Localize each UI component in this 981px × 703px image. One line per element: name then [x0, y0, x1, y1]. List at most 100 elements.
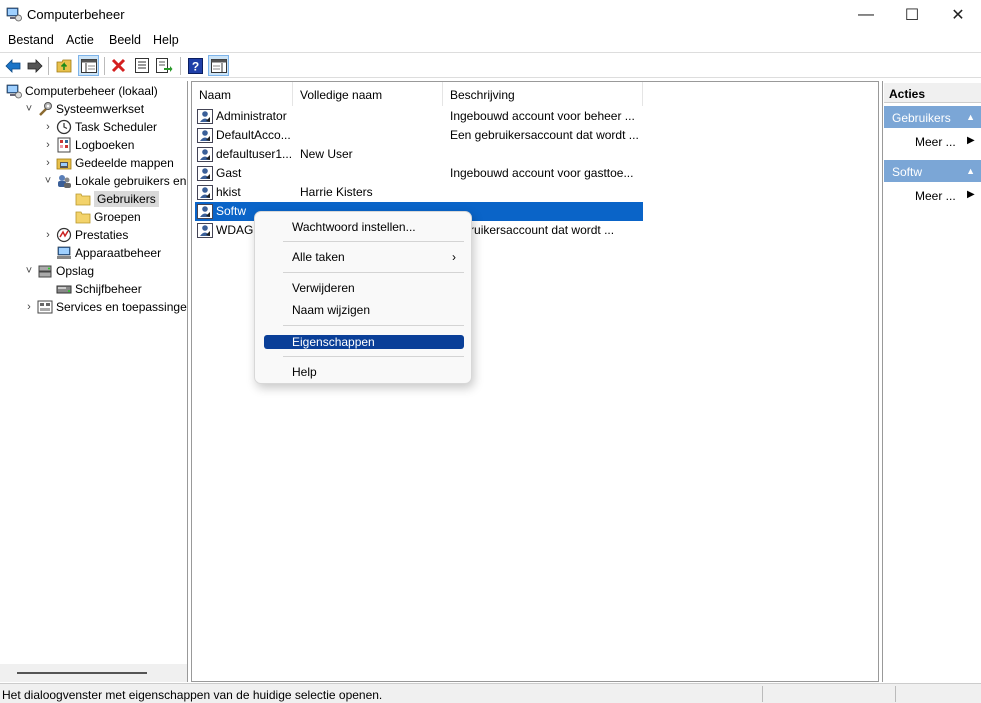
tree-item-label: Systeemwerkset — [56, 102, 145, 116]
table-row[interactable]: DefaultAcco... Een gebruikersaccount dat … — [195, 126, 643, 145]
tree-item[interactable]: Groepen — [61, 208, 141, 226]
minimize-icon: — — [858, 6, 874, 23]
menu-item-alle-taken[interactable]: Alle taken › — [264, 250, 464, 265]
cell-description: gebruikersaccount dat wordt ... — [450, 223, 615, 237]
console-tree[interactable]: Computerbeheer (lokaal) ˅ Systeemwerkset › T… — [0, 81, 188, 682]
system-tools-icon — [37, 101, 53, 117]
delete-button[interactable] — [108, 55, 129, 76]
tree-item-label: Gedeelde mappen — [75, 156, 174, 170]
tree-item-label: Lokale gebruikers en groepen — [75, 174, 187, 188]
menu-item-verwijderen[interactable]: Verwijderen — [264, 281, 464, 296]
menu-item-label: Alle taken — [292, 250, 345, 264]
tree-item[interactable]: ˅ Opslag — [23, 262, 94, 280]
help-button[interactable]: ? — [185, 55, 206, 76]
menu-item-naam-wijzigen[interactable]: Naam wijzigen — [264, 303, 464, 318]
delete-icon — [111, 58, 126, 73]
export-list-icon — [156, 58, 173, 73]
show-hide-action-pane-icon — [210, 58, 227, 73]
tree-item[interactable]: Apparaatbeheer — [42, 244, 161, 262]
menu-beeld[interactable]: Beeld — [109, 33, 141, 47]
table-row[interactable]: Administrator Ingebouwd account voor behe… — [195, 107, 643, 126]
context-menu: Wachtwoord instellen... Alle taken › Verw… — [254, 211, 472, 384]
tree-item[interactable]: Computerbeheer (lokaal) — [4, 82, 158, 100]
forward-arrow-icon — [27, 58, 43, 73]
toolbar-separator — [48, 57, 49, 75]
disk-icon — [56, 281, 72, 297]
scrollbar-thumb[interactable] — [17, 672, 147, 674]
more-label: Meer ... — [915, 189, 956, 203]
expander-chevron-icon[interactable]: › — [42, 154, 54, 172]
column-header-beschrijving[interactable]: Beschrijving — [443, 82, 643, 106]
user-icon — [197, 128, 213, 143]
maximize-button[interactable]: ☐ — [889, 0, 935, 30]
tree-item-label: Task Scheduler — [75, 120, 158, 134]
menu-item-label: Naam wijzigen — [292, 303, 371, 317]
expander-chevron-icon[interactable]: › — [23, 298, 35, 316]
expander-chevron-icon[interactable]: › — [42, 226, 54, 244]
menu-item-label: Eigenschappen — [292, 335, 375, 349]
expander-chevron-icon[interactable]: ˅ — [23, 100, 35, 118]
tree-item[interactable]: › Services en toepassingen — [23, 298, 187, 316]
tree-item-label: Groepen — [94, 210, 141, 224]
tree-item[interactable]: › Prestaties — [42, 226, 128, 244]
up-one-level-button[interactable] — [54, 55, 75, 76]
tree-item[interactable]: Schijfbeheer — [42, 280, 142, 298]
menu-bestand[interactable]: Bestand — [8, 33, 54, 47]
tree-item[interactable]: Gebruikers — [61, 190, 159, 208]
collapse-icon[interactable]: ▲ — [966, 112, 975, 122]
tree-item[interactable]: ˅ Systeemwerkset — [23, 100, 144, 118]
tree-item-label: Gebruikers — [94, 191, 159, 207]
show-hide-tree-icon — [80, 58, 97, 73]
tree-item[interactable]: › Gedeelde mappen — [42, 154, 174, 172]
menu-actie[interactable]: Actie — [66, 33, 94, 47]
status-text: Het dialoogvenster met eigenschappen van… — [2, 688, 383, 702]
tree-item[interactable]: › Logboeken — [42, 136, 134, 154]
table-row[interactable]: defaultuser1... New User — [195, 145, 643, 164]
show-hide-tree-button[interactable] — [78, 55, 99, 76]
table-row[interactable]: hkist Harrie Kisters — [195, 183, 643, 202]
menu-item-help[interactable]: Help — [264, 365, 464, 380]
cell-name: Administrator — [216, 109, 287, 123]
folder-icon — [75, 209, 91, 225]
collapse-icon[interactable]: ▲ — [966, 166, 975, 176]
storage-icon — [37, 263, 53, 279]
expander-chevron-icon[interactable]: › — [42, 136, 54, 154]
title-bar: Computerbeheer — ☐ ✕ — [0, 0, 981, 30]
table-row[interactable]: Gast Ingebouwd account voor gasttoe... — [195, 164, 643, 183]
user-icon — [197, 109, 213, 124]
column-header-volledige-naam[interactable]: Volledige naam — [293, 82, 443, 106]
window-title: Computerbeheer — [27, 7, 125, 22]
actions-section-softw[interactable]: Softw ▲ — [884, 160, 981, 182]
actions-more-gebruikers[interactable]: Meer ... ▶ — [915, 135, 975, 149]
actions-section-label: Softw — [892, 165, 923, 179]
forward-button[interactable] — [24, 55, 45, 76]
export-list-button[interactable] — [154, 55, 175, 76]
menu-help[interactable]: Help — [153, 33, 179, 47]
close-button[interactable]: ✕ — [935, 0, 981, 30]
actions-more-softw[interactable]: Meer ... ▶ — [915, 189, 975, 203]
performance-icon — [56, 227, 72, 243]
back-button[interactable] — [2, 55, 23, 76]
menu-item-label: Help — [292, 365, 317, 379]
show-hide-action-pane-button[interactable] — [208, 55, 229, 76]
user-icon — [197, 204, 213, 219]
tree-item[interactable]: › Task Scheduler — [42, 118, 157, 136]
tree-item[interactable]: ˅ Lokale gebruikers en groepen — [42, 172, 187, 190]
minimize-button[interactable]: — — [843, 0, 889, 30]
menu-bar: Bestand Actie Beeld Help — [0, 30, 981, 52]
cell-name: Gast — [216, 166, 242, 180]
expander-chevron-icon[interactable]: › — [42, 118, 54, 136]
expander-chevron-icon[interactable]: ˅ — [23, 262, 35, 280]
expander-chevron-icon[interactable]: ˅ — [42, 172, 54, 190]
menu-item-eigenschappen[interactable]: Eigenschappen — [264, 335, 464, 349]
submenu-arrow-icon: ▶ — [967, 135, 975, 146]
computer-management-icon — [6, 83, 22, 99]
menu-item-wachtwoord-instellen[interactable]: Wachtwoord instellen... — [264, 220, 464, 235]
computer-management-app-icon — [6, 7, 22, 22]
tree-horizontal-scrollbar[interactable] — [0, 664, 187, 682]
properties-button[interactable] — [131, 55, 152, 76]
services-icon — [37, 299, 53, 315]
actions-section-gebruikers[interactable]: Gebruikers ▲ — [884, 106, 981, 128]
column-header-naam[interactable]: Naam — [192, 82, 293, 106]
